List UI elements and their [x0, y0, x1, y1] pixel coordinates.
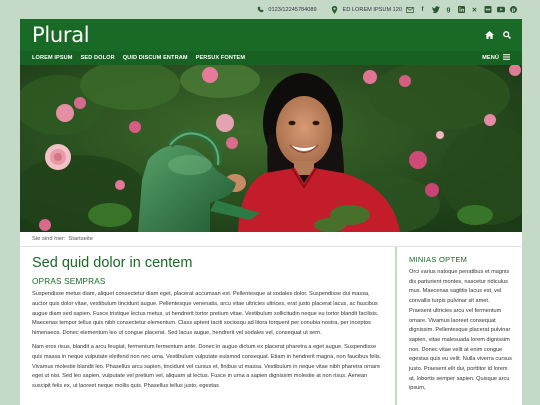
youtube-icon[interactable]: [496, 5, 505, 14]
top-info-bar: 0123/12245784089 ED LOREM IPSUM 120 f g …: [20, 0, 520, 19]
phone-number-link[interactable]: 0123/12245784089: [268, 7, 316, 13]
breadcrumb-current[interactable]: Startseite: [69, 236, 94, 242]
facebook-icon[interactable]: f: [418, 5, 427, 14]
location-link[interactable]: ED LOREM IPSUM 120: [343, 7, 402, 13]
xing-icon[interactable]: ✕: [470, 5, 479, 14]
search-icon[interactable]: [502, 30, 512, 40]
phone-icon: [256, 6, 264, 14]
sidebar-title: MINIAS OPTEM: [409, 255, 468, 264]
body-paragraph: Nam eros risus, blandit a arcu feugiat, …: [32, 343, 382, 390]
nav-item-sed-dolor[interactable]: SED DOLOR: [81, 55, 115, 61]
page-title: Sed quid dolor in centem: [32, 255, 193, 271]
main-content: Sed quid dolor in centem OPRAS SEMPRAS S…: [20, 247, 395, 405]
home-icon[interactable]: [484, 30, 494, 40]
pinterest-icon[interactable]: p: [509, 5, 518, 14]
body-paragraph: Suspendisse metus diam, aliquet consecte…: [32, 291, 379, 337]
google-plus-icon[interactable]: g: [444, 5, 453, 14]
flickr-icon[interactable]: [483, 5, 492, 14]
breadcrumb-prefix: Sie sind hier:: [32, 236, 66, 242]
main-navigation: LOREM IPSUM SED DOLOR QUID DISCUM ENTRAM…: [20, 51, 522, 65]
site-header: Plural: [20, 19, 522, 51]
sidebar: MINIAS OPTEM Orci varius natoque penatib…: [397, 247, 522, 405]
section-subtitle: OPRAS SEMPRAS: [32, 277, 106, 286]
breadcrumb: Sie sind hier: Startseite: [20, 232, 522, 247]
nav-item-quid-discum-entram[interactable]: QUID DISCUM ENTRAM: [123, 55, 188, 61]
sidebar-text: Orci varius natoque penatibus et magnis …: [409, 269, 512, 392]
nav-item-persux-fontem[interactable]: PERSUX FONTEM: [196, 55, 245, 61]
linkedin-icon[interactable]: [457, 5, 466, 14]
menu-icon: [503, 54, 510, 62]
mail-icon[interactable]: [406, 6, 414, 14]
menu-toggle-button[interactable]: MENÜ: [482, 54, 510, 62]
site-logo[interactable]: Plural: [32, 23, 90, 47]
menu-label: MENÜ: [482, 55, 499, 61]
svg-text:p: p: [512, 7, 516, 13]
location-icon: [331, 5, 339, 14]
twitter-icon[interactable]: [431, 5, 440, 14]
nav-item-lorem-ipsum[interactable]: LOREM IPSUM: [32, 55, 73, 61]
hero-image: [20, 65, 522, 232]
